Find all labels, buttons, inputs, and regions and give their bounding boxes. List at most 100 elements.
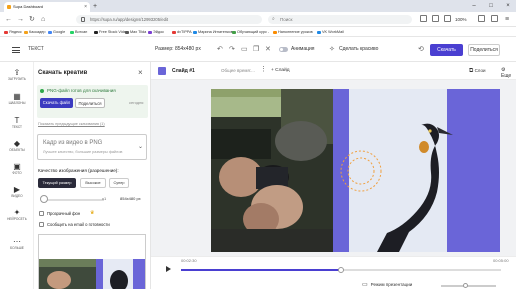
menu-icon[interactable]: ≡: [505, 15, 509, 24]
hamburger-menu-icon[interactable]: [12, 47, 20, 53]
history-icon[interactable]: ⟲: [418, 45, 424, 55]
quality-option-current[interactable]: Текущий размер: [38, 178, 76, 188]
bookmark-label: Max Tilda: [130, 30, 147, 34]
browser-tab[interactable]: Supa Dashboard ×: [4, 2, 90, 12]
bookmark-label: VK WorkMail: [322, 30, 344, 34]
sidebar-item[interactable]: ▦ ШАБЛОНЫ: [0, 92, 34, 105]
download-file-button[interactable]: Скачать файл: [40, 98, 73, 108]
bookmark-item[interactable]: Марина Игнатенкова: [193, 28, 235, 36]
bookmark-item[interactable]: Max Tilda: [125, 28, 146, 36]
add-slide-button[interactable]: + Слайд: [271, 68, 290, 73]
extensions-icon[interactable]: [478, 15, 485, 22]
bookmarks-icon[interactable]: [420, 15, 427, 22]
presentation-mode-button[interactable]: ▭ Режим презентации: [362, 281, 412, 288]
total-time: 00:05:00: [493, 258, 509, 263]
bookmark-item[interactable]: Каскадер: [24, 28, 46, 36]
bookmark-item[interactable]: Эйдос: [148, 28, 164, 36]
play-icon[interactable]: [166, 266, 171, 272]
bookmark-item[interactable]: VK WorkMail: [317, 28, 344, 36]
bookmark-item[interactable]: Google: [48, 28, 65, 36]
reload-icon[interactable]: ↻: [29, 15, 35, 24]
zoom-level[interactable]: 100%: [455, 15, 467, 24]
bookmark-item[interactable]: dvTIPPA: [172, 28, 192, 36]
slide-name[interactable]: Слайд #1: [172, 68, 195, 74]
sidebar-item[interactable]: ▣ ФОТО: [0, 162, 34, 175]
close-window-icon[interactable]: ×: [500, 0, 516, 12]
bookmark-item[interactable]: Вотсап: [70, 28, 87, 36]
zoom-slider-handle[interactable]: [463, 282, 468, 288]
redo-icon[interactable]: ↷: [229, 45, 235, 55]
animation-toggle[interactable]: [279, 47, 288, 52]
bookmark-item[interactable]: Free Stock Video: [94, 28, 128, 36]
sidebar-item[interactable]: T ТЕКСТ: [0, 116, 34, 129]
sync-icon[interactable]: [444, 15, 451, 22]
bookmark-item[interactable]: Яндекс: [4, 28, 22, 36]
email-notify-checkbox[interactable]: [39, 222, 44, 227]
slide-duration[interactable]: Общее время:...: [221, 68, 255, 73]
format-select[interactable]: Кадр из видео в PNG Лучшее качество, бол…: [37, 134, 147, 160]
transparent-bg-checkbox[interactable]: [39, 211, 44, 216]
slide-color-swatch[interactable]: [158, 67, 166, 75]
file-ready-text: PNG-файл готов для скачивания: [47, 88, 116, 93]
bookmark-label: Каскадер: [29, 30, 46, 34]
url-text: https://supa.ru/app/designs/12993205/edi…: [90, 17, 168, 22]
bookmark-label: Free Stock Video: [99, 30, 129, 34]
slide-stage[interactable]: [211, 89, 500, 252]
close-tab-icon[interactable]: ×: [84, 2, 87, 12]
scale-slider-track[interactable]: [44, 199, 104, 201]
browser-search-input[interactable]: ⌕ Поиск: [268, 15, 412, 24]
bookmark-label: Яндекс: [9, 30, 22, 34]
bookmark-item[interactable]: Наполнение уроков: [273, 28, 313, 36]
profile-icon[interactable]: [491, 15, 498, 22]
comment-icon[interactable]: ▭: [241, 45, 248, 55]
url-field[interactable]: https://supa.ru/app/designs/12993205/edi…: [76, 15, 262, 24]
lock-icon: [81, 17, 85, 22]
close-icon[interactable]: ×: [138, 68, 143, 77]
favicon-icon: [7, 5, 11, 9]
sidebar-item[interactable]: ◆ ОБЪЕКТЫ: [0, 139, 34, 152]
bookmark-item[interactable]: Обучающий курс -: [232, 28, 269, 36]
previous-downloads-link[interactable]: Показать предыдущие скачивания (1): [38, 122, 105, 126]
add-slide-label: Слайд: [275, 68, 290, 73]
animation-label[interactable]: Анимация: [291, 46, 314, 52]
sidebar-item[interactable]: ⋯ БОЛЬШЕ: [0, 237, 34, 250]
bookmark-label: Эйдос: [153, 30, 165, 34]
share-button[interactable]: Поделиться: [468, 44, 500, 56]
bookmark-favicon-icon: [193, 30, 197, 34]
sidebar-item-label: ЗАГРУЗИТЬ: [7, 77, 27, 81]
design-title[interactable]: ТЕКСТ: [28, 46, 44, 52]
minimize-icon[interactable]: –: [466, 0, 482, 12]
magic-wand-icon[interactable]: ✧: [329, 45, 335, 55]
timeline-scrubber[interactable]: [181, 266, 501, 273]
sidebar-item[interactable]: ✦ НЕЙРОСЕТЬ: [0, 208, 34, 221]
undo-icon[interactable]: ↶: [217, 45, 223, 55]
bookmark-favicon-icon: [125, 30, 129, 34]
sidebar-item-label: ОБЪЕКТЫ: [9, 148, 25, 152]
share-file-button[interactable]: Поделиться: [75, 98, 105, 108]
scale-slider-handle[interactable]: [40, 195, 48, 203]
quality-option-super[interactable]: Супер: [109, 178, 129, 188]
quality-option-high[interactable]: Высокое: [80, 178, 106, 188]
delete-icon[interactable]: ✕: [265, 45, 271, 55]
copy-icon[interactable]: ❐: [253, 45, 259, 55]
back-icon[interactable]: ←: [5, 15, 12, 24]
home-icon[interactable]: ⌂: [41, 15, 45, 24]
zoom-slider[interactable]: [441, 282, 496, 288]
new-tab-button[interactable]: +: [93, 2, 97, 11]
text-icon: T: [14, 116, 20, 125]
canvas-size-label[interactable]: Размер: 854x480 px: [155, 46, 201, 52]
layers-button[interactable]: ⧉ Слои: [469, 68, 486, 75]
sidebar-item[interactable]: ⇪ ЗАГРУЗИТЬ: [0, 68, 34, 81]
presentation-mode-label: Режим презентации: [370, 282, 413, 287]
download-button[interactable]: Скачать: [430, 44, 463, 56]
sidebar-item[interactable]: ▶ ВИДЕО: [0, 185, 34, 198]
slide-menu-icon[interactable]: ⋮: [260, 65, 267, 73]
more-button[interactable]: ⚙ Еще: [501, 67, 516, 79]
maximize-icon[interactable]: □: [483, 0, 499, 12]
make-pretty-button[interactable]: Сделать красиво: [339, 46, 378, 52]
library-icon[interactable]: [432, 15, 439, 22]
more-icon: ⋯: [13, 237, 21, 246]
forward-icon[interactable]: →: [17, 15, 24, 24]
browser-tab-bar: Supa Dashboard × + – □ ×: [0, 0, 516, 12]
timeline-handle[interactable]: [338, 266, 344, 273]
